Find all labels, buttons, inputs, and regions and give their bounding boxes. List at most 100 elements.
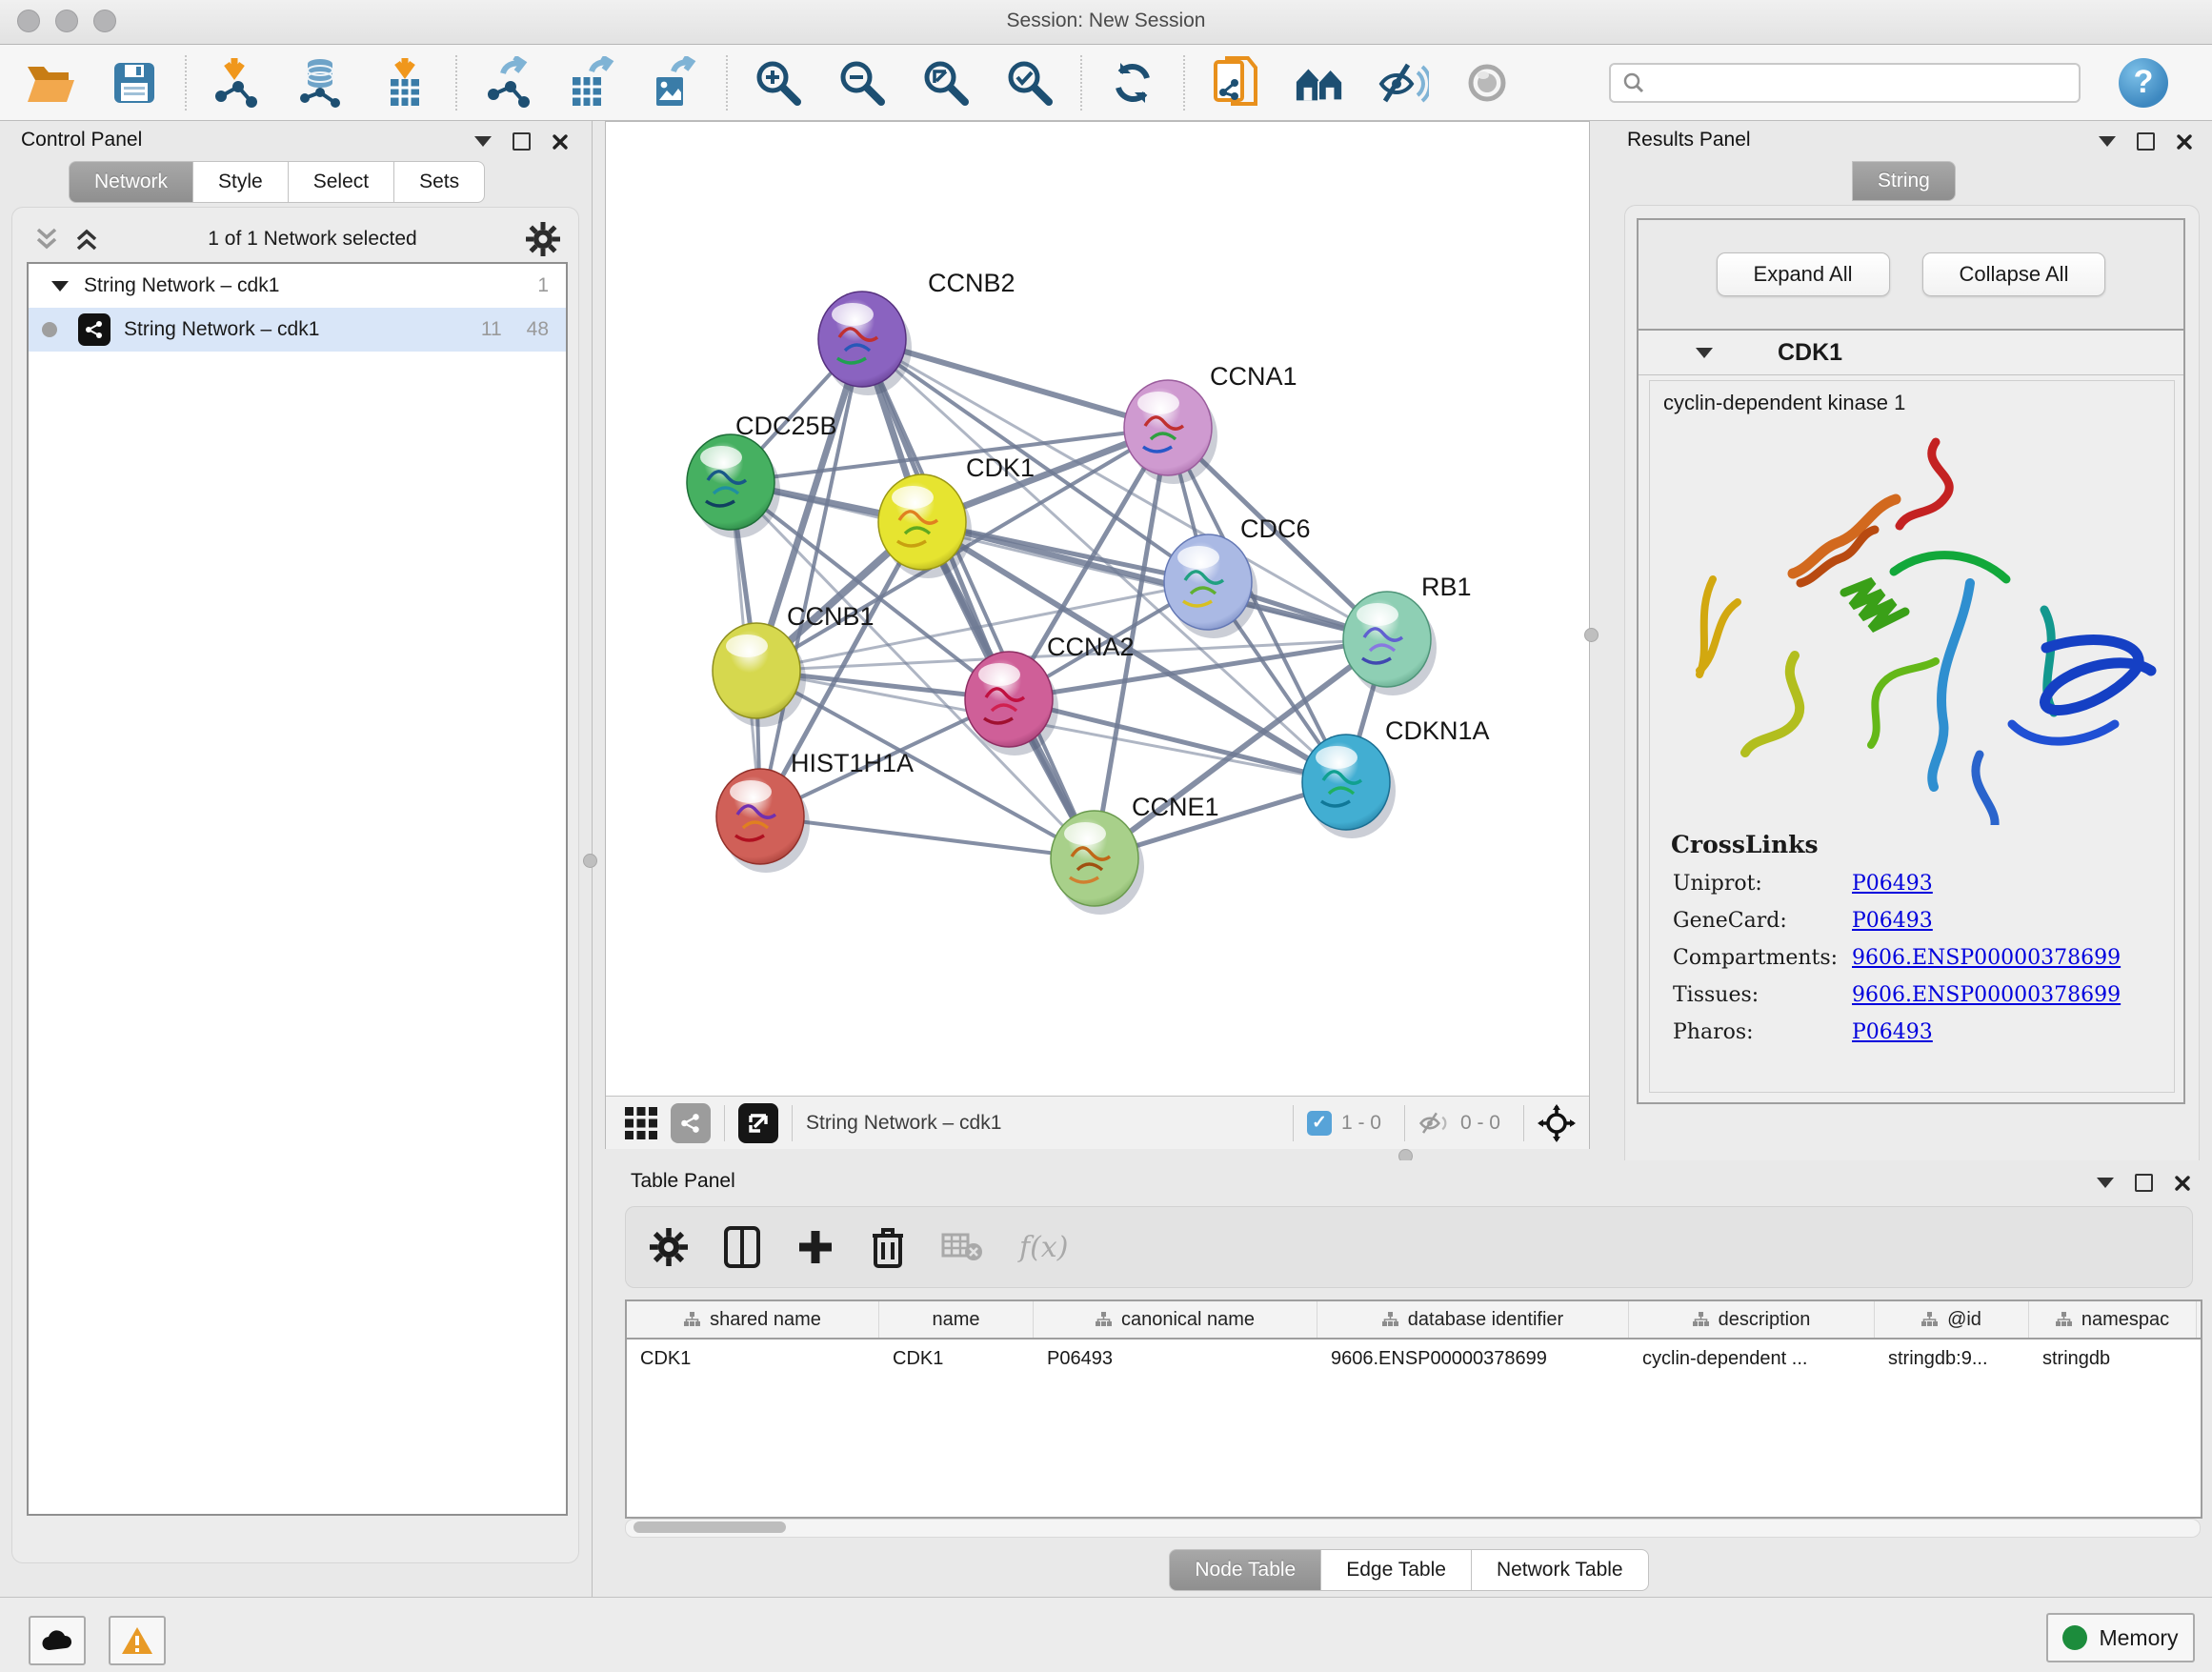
network-node-RB1[interactable]: RB1 xyxy=(1343,573,1472,695)
tab-node-table[interactable]: Node Table xyxy=(1169,1549,1321,1591)
crosslink-link[interactable]: P06493 xyxy=(1852,872,1933,896)
expand-all-icon[interactable] xyxy=(74,226,99,252)
collection-count: 1 xyxy=(537,274,549,297)
export-network-icon[interactable] xyxy=(482,57,533,109)
zoom-selected-icon[interactable] xyxy=(1004,57,1056,109)
column-header-database-identifier[interactable]: database identifier xyxy=(1317,1301,1629,1338)
import-network-file-icon[interactable] xyxy=(211,57,263,109)
selected-count-icon[interactable]: ✓ xyxy=(1307,1111,1332,1136)
table-panel-maximize-icon[interactable] xyxy=(2135,1174,2153,1192)
tab-network-table[interactable]: Network Table xyxy=(1472,1549,1649,1591)
table-options-gear-icon[interactable] xyxy=(650,1228,688,1266)
tab-string[interactable]: String xyxy=(1852,161,1956,201)
cloud-status-button[interactable] xyxy=(29,1616,86,1665)
column-header-namespac[interactable]: namespac xyxy=(2029,1301,2197,1338)
network-node-CDC25B[interactable]: CDC25B xyxy=(687,412,837,538)
results-panel-float-icon[interactable] xyxy=(2099,136,2116,147)
table-cell[interactable]: P06493 xyxy=(1034,1348,1317,1370)
network-options-gear-icon[interactable] xyxy=(526,222,560,256)
control-panel-close-icon[interactable] xyxy=(552,133,569,151)
import-network-database-icon[interactable] xyxy=(295,57,347,109)
first-neighbors-icon[interactable] xyxy=(1210,57,1261,109)
network-node-CDC6[interactable]: CDC6 xyxy=(1164,514,1311,638)
network-node-CCNE1[interactable]: CCNE1 xyxy=(1051,793,1219,915)
crosslink-link[interactable]: P06493 xyxy=(1852,1020,1933,1044)
tab-sets[interactable]: Sets xyxy=(394,161,485,203)
network-collection-row[interactable]: String Network – cdk1 1 xyxy=(29,264,566,308)
expand-all-button[interactable]: Expand All xyxy=(1717,252,1890,296)
right-splitter-handle[interactable] xyxy=(1584,628,1599,642)
network-edge[interactable] xyxy=(760,816,1095,858)
memory-button[interactable]: Memory xyxy=(2046,1613,2195,1662)
zoom-out-icon[interactable] xyxy=(836,57,888,109)
hidden-count-icon[interactable] xyxy=(1418,1110,1451,1137)
table-cell[interactable]: CDK1 xyxy=(879,1348,1034,1370)
column-header-@id[interactable]: @id xyxy=(1875,1301,2029,1338)
table-row[interactable]: CDK1CDK1P064939606.ENSP00000378699cyclin… xyxy=(627,1340,2201,1378)
export-image-icon[interactable] xyxy=(650,57,701,109)
node-label: HIST1H1A xyxy=(791,749,914,777)
string-view-icon[interactable] xyxy=(671,1103,711,1143)
show-columns-icon[interactable] xyxy=(724,1226,760,1268)
hide-selected-icon[interactable] xyxy=(1377,57,1429,109)
import-table-icon[interactable] xyxy=(379,57,431,109)
show-all-icon[interactable] xyxy=(1461,57,1513,109)
crosslink-link[interactable]: P06493 xyxy=(1852,909,1933,933)
delete-column-icon[interactable] xyxy=(871,1226,905,1268)
table-hscrollbar-thumb[interactable] xyxy=(633,1521,786,1533)
table-cell[interactable]: cyclin-dependent ... xyxy=(1629,1348,1875,1370)
control-panel-float-icon[interactable] xyxy=(474,136,492,147)
left-splitter-handle[interactable] xyxy=(583,854,597,868)
table-cell[interactable]: stringdb:9... xyxy=(1875,1348,2029,1370)
network-node-HIST1H1A[interactable]: HIST1H1A xyxy=(716,749,914,873)
network-node-CDK1[interactable]: CDK1 xyxy=(878,453,1035,578)
results-panel-close-icon[interactable] xyxy=(2176,133,2193,151)
column-header-shared-name[interactable]: shared name xyxy=(627,1301,879,1338)
crosslink-link[interactable]: 9606.ENSP00000378699 xyxy=(1852,946,2121,970)
zoom-in-icon[interactable] xyxy=(753,57,804,109)
refresh-icon[interactable] xyxy=(1107,57,1158,109)
node-count: 11 xyxy=(481,318,502,341)
table-cell[interactable]: 9606.ENSP00000378699 xyxy=(1317,1348,1629,1370)
tree-expand-icon[interactable] xyxy=(51,281,69,292)
table-hscrollbar[interactable] xyxy=(625,1519,2201,1538)
table-cell[interactable]: stringdb xyxy=(2029,1348,2197,1370)
export-table-icon[interactable] xyxy=(566,57,617,109)
crosslink-link[interactable]: 9606.ENSP00000378699 xyxy=(1852,983,2121,1007)
column-header-canonical-name[interactable]: canonical name xyxy=(1034,1301,1317,1338)
control-panel-maximize-icon[interactable] xyxy=(513,132,531,151)
network-row[interactable]: String Network – cdk1 11 48 xyxy=(29,308,566,352)
tab-edge-table[interactable]: Edge Table xyxy=(1321,1549,1472,1591)
pan-mode-icon[interactable] xyxy=(1538,1104,1576,1142)
open-in-window-icon[interactable] xyxy=(738,1103,778,1143)
table-cell[interactable]: CDK1 xyxy=(627,1348,879,1370)
open-session-icon[interactable] xyxy=(25,57,76,109)
tab-style[interactable]: Style xyxy=(193,161,289,203)
add-column-icon[interactable] xyxy=(796,1228,835,1266)
network-edge[interactable] xyxy=(922,522,1387,639)
network-edge[interactable] xyxy=(862,339,1095,858)
network-node-CDKN1A[interactable]: CDKN1A xyxy=(1302,716,1490,838)
network-node-CCNB1[interactable]: CCNB1 xyxy=(713,602,875,727)
results-panel-maximize-icon[interactable] xyxy=(2137,132,2155,151)
tab-network[interactable]: Network xyxy=(69,161,193,203)
grid-view-icon[interactable] xyxy=(621,1103,661,1143)
tab-select[interactable]: Select xyxy=(289,161,394,203)
table-panel-float-icon[interactable] xyxy=(2097,1178,2114,1188)
help-button[interactable]: ? xyxy=(2119,58,2168,108)
save-session-icon[interactable] xyxy=(109,57,160,109)
collapse-all-icon[interactable] xyxy=(34,226,59,252)
search-input[interactable] xyxy=(1609,63,2081,103)
home-icon[interactable] xyxy=(1294,57,1345,109)
column-header-description[interactable]: description xyxy=(1629,1301,1875,1338)
collapse-all-button[interactable]: Collapse All xyxy=(1922,252,2106,296)
protein-collapse-icon[interactable] xyxy=(1696,348,1713,358)
crosslink-label: Compartments: xyxy=(1673,946,1852,970)
node-table[interactable]: shared namenamecanonical namedatabase id… xyxy=(625,1299,2202,1519)
warning-status-button[interactable] xyxy=(109,1616,166,1665)
network-canvas[interactable]: CCNB2CCNA1CDC25BCDK1CDC6RB1CCNB1CCNA2CDK… xyxy=(606,122,1589,1095)
crosslinks-list: Uniprot:P06493GeneCard:P06493Compartment… xyxy=(1650,872,2174,1044)
column-header-name[interactable]: name xyxy=(879,1301,1034,1338)
zoom-fit-icon[interactable] xyxy=(920,57,972,109)
table-panel-close-icon[interactable] xyxy=(2174,1175,2191,1192)
